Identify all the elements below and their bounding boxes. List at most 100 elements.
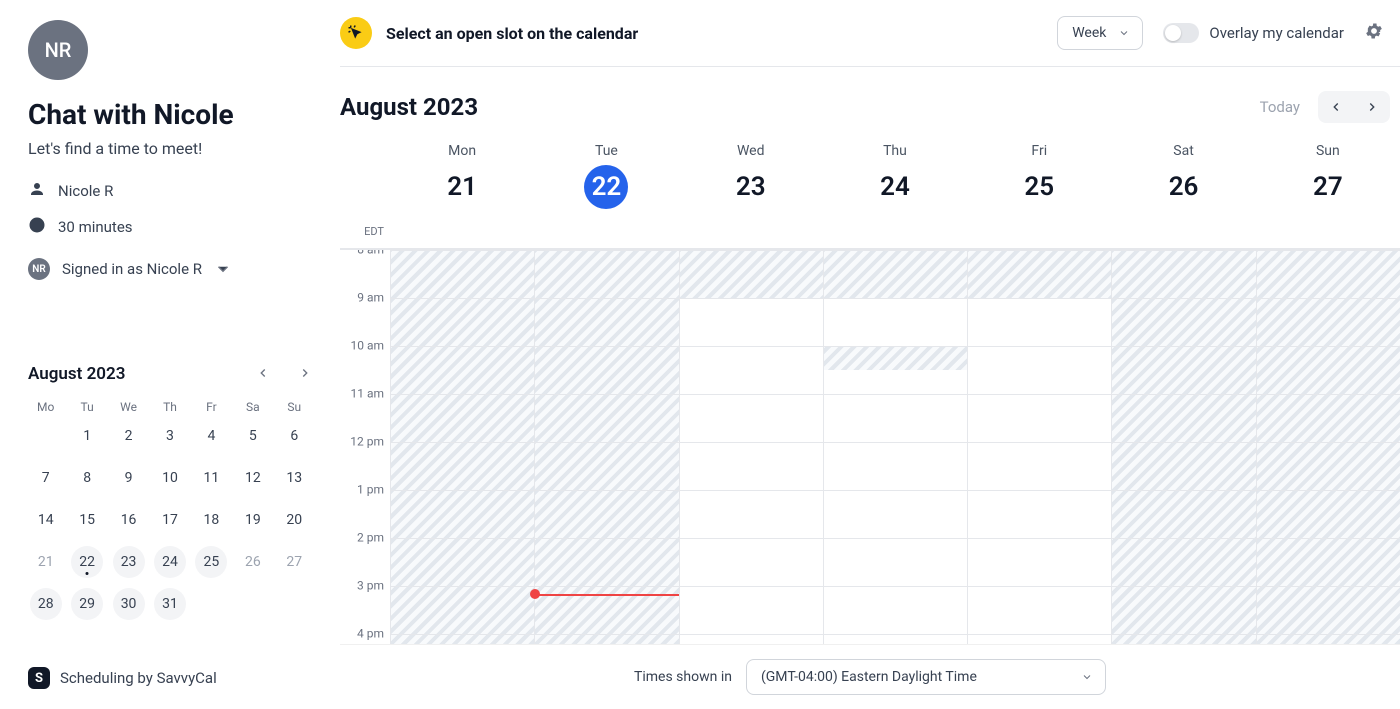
mini-day: 14 (30, 504, 62, 536)
current-time-dot (530, 589, 540, 599)
mini-day: 15 (71, 504, 103, 536)
mini-next-button[interactable] (298, 365, 312, 384)
mini-dow-label: Sa (235, 396, 270, 418)
mini-dow-label: Fr (194, 396, 229, 418)
prev-week-button[interactable] (1318, 91, 1354, 123)
mini-day: 9 (113, 462, 145, 494)
week-nav (1318, 91, 1390, 123)
host-avatar: NR (28, 20, 88, 80)
day-of-week-label: Sat (1111, 143, 1255, 159)
week-view: Mon21Tue22Wed23Thu24Fri25Sat26Sun27 EDT … (340, 137, 1400, 644)
day-number: 27 (1306, 165, 1350, 209)
sidebar: NR Chat with Nicole Let's find a time to… (0, 0, 340, 709)
day-column[interactable] (1111, 250, 1255, 644)
mini-day[interactable]: 25 (195, 546, 227, 578)
time-grid[interactable]: 8 am9 am10 am11 am12 pm1 pm2 pm3 pm4 pm (340, 249, 1400, 644)
calendar-month-label: August 2023 (340, 93, 478, 121)
day-number: 24 (873, 165, 917, 209)
current-time-indicator (535, 594, 678, 596)
day-of-week-label: Fri (967, 143, 1111, 159)
mini-day[interactable]: 22 (71, 546, 103, 578)
mini-day (30, 420, 62, 452)
page-subtitle: Let's find a time to meet! (28, 139, 312, 158)
day-of-week-label: Thu (823, 143, 967, 159)
mini-calendar-header: August 2023 (28, 364, 312, 384)
person-icon (28, 180, 46, 202)
settings-button[interactable] (1364, 21, 1384, 45)
mini-day: 8 (71, 462, 103, 494)
day-header: Thu 24 (823, 137, 967, 221)
mini-dow-label: Mo (28, 396, 63, 418)
mini-day: 4 (195, 420, 227, 452)
timezone-select-value: (GMT-04:00) Eastern Daylight Time (761, 669, 977, 685)
clock-icon (28, 216, 46, 238)
day-header: Mon21 (390, 137, 534, 221)
duration-row: 30 minutes (28, 216, 312, 238)
mini-day: 12 (237, 462, 269, 494)
available-slot[interactable] (824, 298, 967, 346)
day-column[interactable] (823, 250, 967, 644)
mini-day: 20 (278, 504, 310, 536)
mini-day: 19 (237, 504, 269, 536)
mini-prev-button[interactable] (256, 365, 270, 384)
day-column[interactable] (679, 250, 823, 644)
hour-label: 8 am (357, 249, 384, 257)
mini-day: 2 (113, 420, 145, 452)
mini-day[interactable]: 23 (113, 546, 145, 578)
available-slot[interactable] (824, 370, 967, 644)
time-gutter: 8 am9 am10 am11 am12 pm1 pm2 pm3 pm4 pm (340, 250, 390, 644)
mini-day: 3 (154, 420, 186, 452)
day-number: 23 (729, 165, 773, 209)
mini-day[interactable]: 31 (154, 588, 186, 620)
mini-day[interactable]: 28 (30, 588, 62, 620)
day-header: Sat 26 (1111, 137, 1255, 221)
day-column[interactable] (534, 250, 678, 644)
branding[interactable]: S Scheduling by SavvyCal (28, 649, 312, 689)
hour-label: 2 pm (357, 531, 384, 545)
hour-label: 9 am (357, 291, 384, 305)
mini-day[interactable]: 29 (71, 588, 103, 620)
chevron-down-icon (1081, 671, 1093, 683)
today-button[interactable]: Today (1260, 98, 1300, 116)
day-header: Fri25 (967, 137, 1111, 221)
mini-day: 26 (237, 546, 269, 578)
mini-day: 13 (278, 462, 310, 494)
host-name: Nicole R (58, 182, 113, 200)
mini-day: 18 (195, 504, 227, 536)
mini-day: 16 (113, 504, 145, 536)
day-column[interactable] (1256, 250, 1400, 644)
view-select[interactable]: Week (1057, 16, 1143, 50)
page-title: Chat with Nicole (28, 98, 312, 131)
day-column[interactable] (390, 250, 534, 644)
mini-day (278, 588, 310, 620)
mini-month-label: August 2023 (28, 364, 125, 384)
day-number: 26 (1162, 165, 1206, 209)
mini-day: 17 (154, 504, 186, 536)
view-select-value: Week (1072, 25, 1106, 41)
available-slot[interactable] (968, 298, 1111, 644)
mini-day: 21 (30, 546, 62, 578)
timezone-short: EDT (340, 221, 390, 248)
day-number: 21 (440, 165, 484, 209)
signed-in-text: Signed in as Nicole R (62, 260, 202, 278)
available-slot[interactable] (680, 298, 823, 644)
timezone-row: EDT (340, 221, 1400, 249)
mini-day: 11 (195, 462, 227, 494)
toggle-knob (1165, 25, 1181, 41)
next-week-button[interactable] (1354, 91, 1390, 123)
mini-dow-label: Su (277, 396, 312, 418)
mini-dow-label: Th (152, 396, 187, 418)
mini-day (237, 588, 269, 620)
toggle-track (1163, 23, 1199, 43)
mini-day[interactable]: 30 (113, 588, 145, 620)
overlay-toggle[interactable]: Overlay my calendar (1163, 23, 1344, 43)
footer: Times shown in (GMT-04:00) Eastern Dayli… (340, 644, 1400, 709)
mini-day[interactable]: 24 (154, 546, 186, 578)
day-column[interactable] (967, 250, 1111, 644)
timezone-select[interactable]: (GMT-04:00) Eastern Daylight Time (746, 659, 1106, 695)
signed-in-row[interactable]: NR Signed in as Nicole R (28, 258, 312, 280)
overlay-toggle-label: Overlay my calendar (1209, 24, 1344, 42)
mini-dow-label: We (111, 396, 146, 418)
day-number: 22 (584, 165, 628, 209)
topbar: Select an open slot on the calendar Week… (340, 0, 1400, 67)
